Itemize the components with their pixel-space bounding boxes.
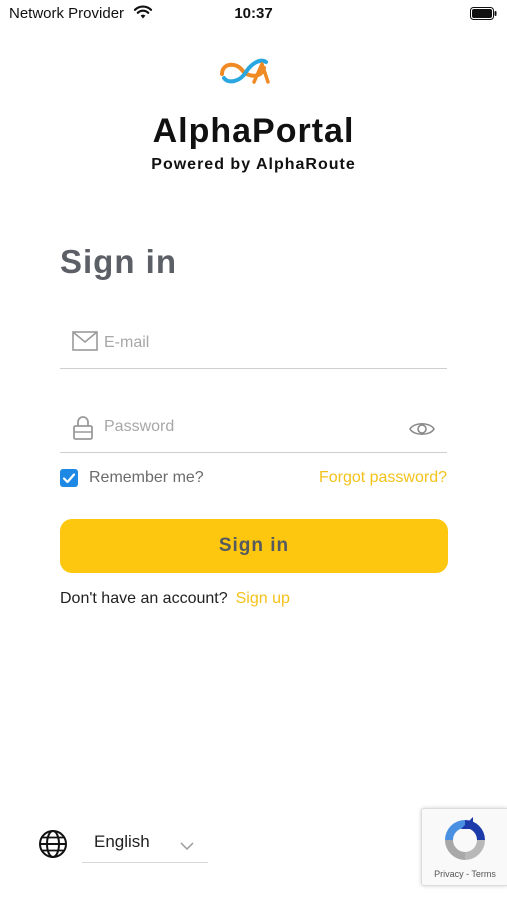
recaptcha-links[interactable]: Privacy - Terms	[422, 869, 507, 879]
language-select[interactable]: English	[82, 828, 208, 863]
recaptcha-badge[interactable]: Privacy - Terms	[421, 808, 507, 886]
page-title: Sign in	[60, 243, 177, 280]
alphaportal-logo-icon	[218, 54, 270, 86]
app-name: AlphaPortal	[152, 112, 355, 150]
email-field	[60, 326, 447, 369]
signup-row: Don't have an account? Sign up	[60, 590, 290, 608]
forgot-password-link[interactable]: Forgot password?	[319, 469, 447, 487]
password-field	[60, 410, 447, 453]
language-value: English	[94, 832, 150, 851]
remember-me-row[interactable]: Remember me?	[60, 469, 204, 487]
mail-icon	[72, 331, 98, 356]
remember-me-label: Remember me?	[89, 469, 204, 486]
lock-icon	[72, 415, 94, 446]
chevron-down-icon	[180, 838, 194, 856]
no-account-text: Don't have an account?	[60, 590, 228, 607]
battery-icon	[470, 7, 497, 20]
recaptcha-icon	[440, 815, 490, 870]
sign-up-link[interactable]: Sign up	[236, 590, 290, 607]
eye-icon[interactable]	[409, 420, 435, 443]
powered-by-text: Powered by AlphaRoute	[151, 156, 356, 173]
status-time: 10:37	[234, 5, 273, 22]
email-input[interactable]	[104, 330, 394, 356]
checkmark-icon	[62, 473, 76, 484]
sign-in-button[interactable]: Sign in	[60, 519, 448, 573]
globe-icon	[38, 829, 68, 864]
status-bar: Network Provider 10:37	[0, 0, 507, 28]
password-input[interactable]	[104, 414, 394, 440]
remember-me-checkbox[interactable]	[60, 469, 78, 487]
